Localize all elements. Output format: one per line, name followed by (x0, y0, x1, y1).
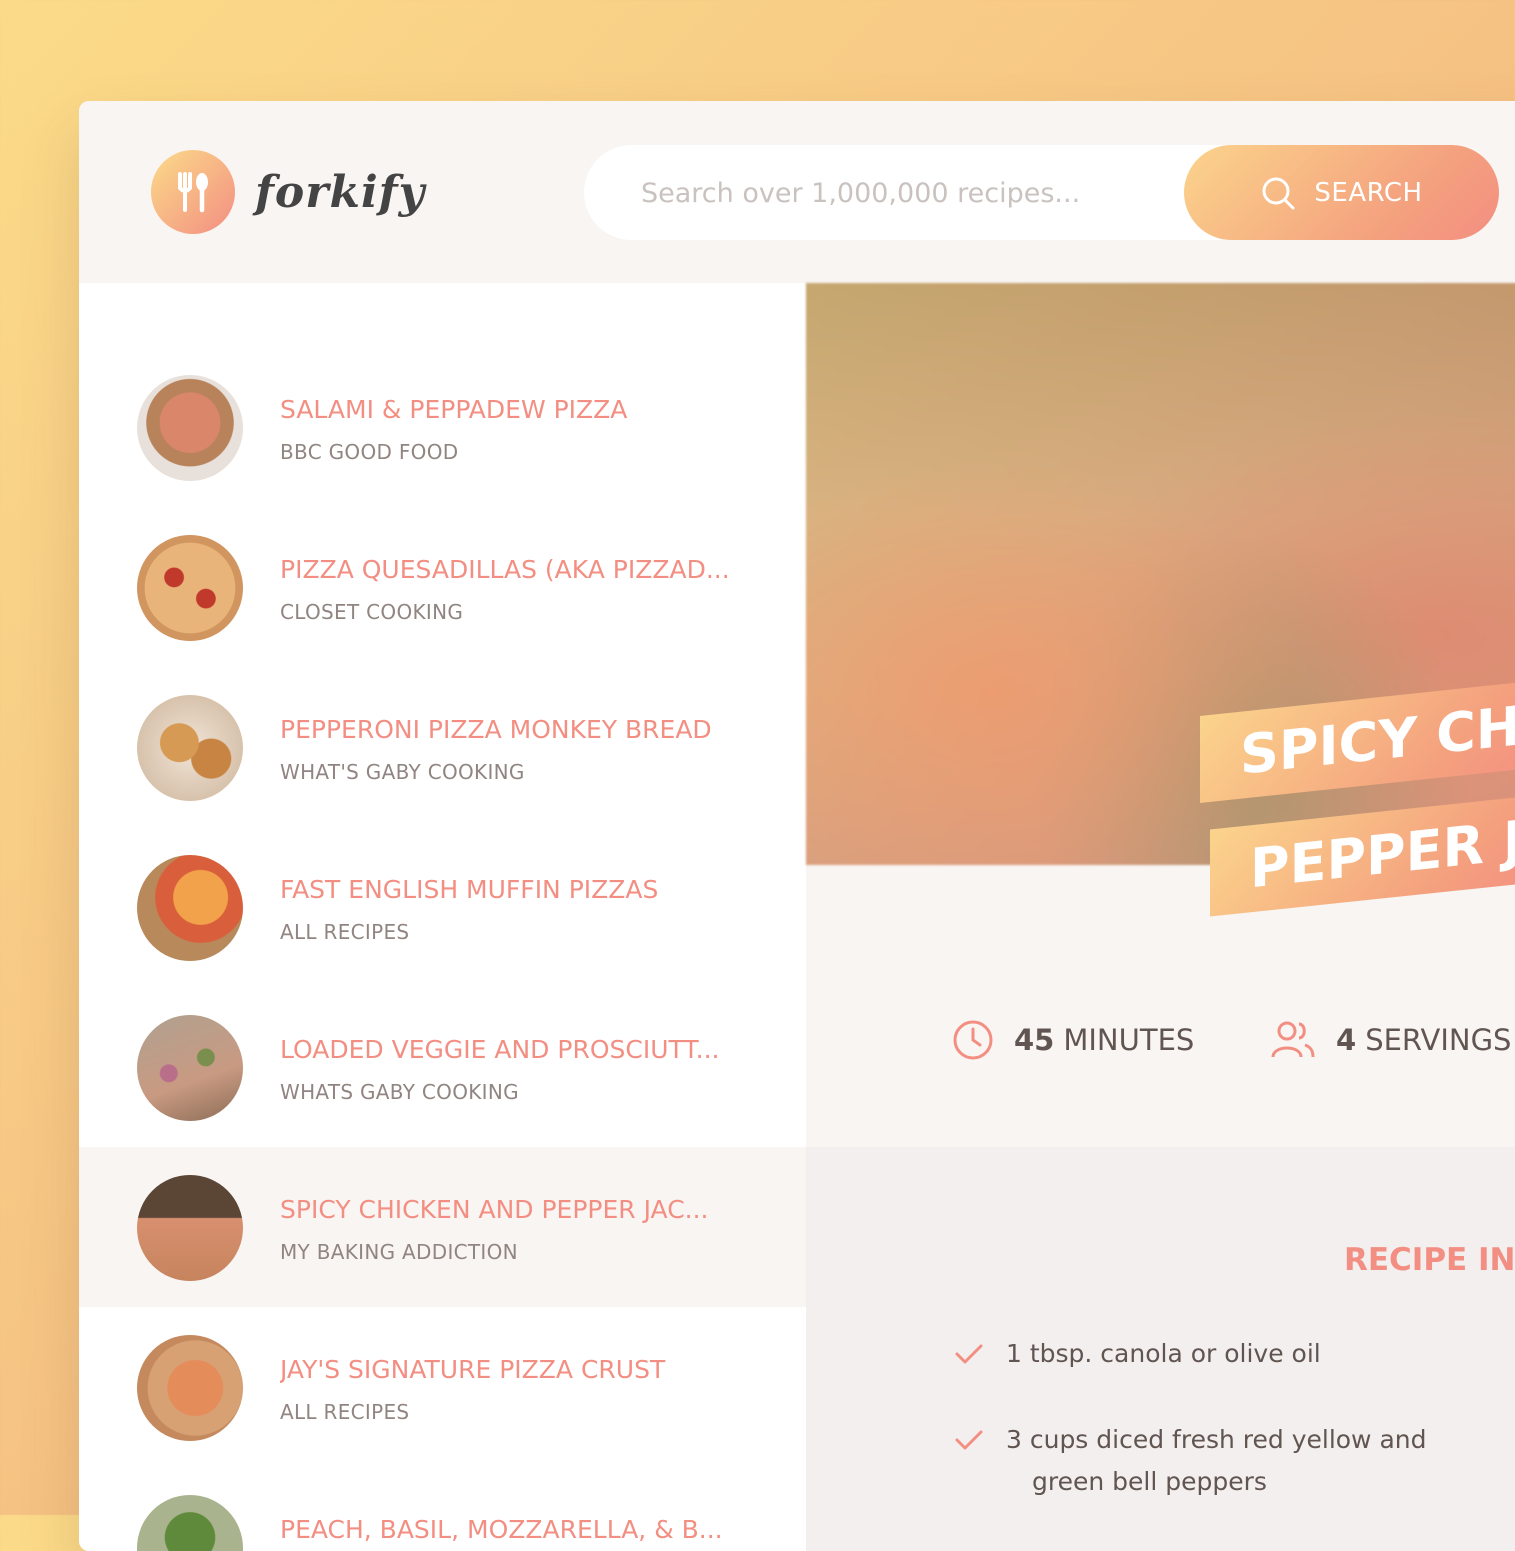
result-title: FAST ENGLISH MUFFIN PIZZAS (280, 875, 659, 904)
result-title: PIZZA QUESADILLAS (AKA PIZZAD... (280, 555, 730, 584)
result-title: PEACH, BASIL, MOZZARELLA, & B... (280, 1515, 723, 1544)
recipe-ingredients: RECIPE IN 1 tbsp. canola or olive oil 3 … (806, 1147, 1515, 1551)
time-value: 45 (1014, 1023, 1055, 1057)
result-item[interactable]: SALAMI & PEPPADEW PIZZA BBC GOOD FOOD (79, 347, 806, 507)
result-item-active[interactable]: SPICY CHICKEN AND PEPPER JAC... MY BAKIN… (79, 1147, 806, 1307)
search-input[interactable] (639, 167, 1183, 219)
app-container: forkify SEARCH SALAMI & PEPPADEW PIZZA B… (79, 101, 1515, 1551)
ingredient-text: 3 cups diced fresh red yellow and (1006, 1425, 1427, 1454)
ingredients-heading: RECIPE IN (1344, 1242, 1515, 1278)
recipe-thumbnail (137, 1495, 243, 1551)
recipe-thumbnail (137, 1175, 243, 1281)
recipe-thumbnail (137, 695, 243, 801)
result-title: LOADED VEGGIE AND PROSCIUTT... (280, 1035, 720, 1064)
recipe-details: 45 MINUTES 4 SERVINGS (806, 865, 1515, 1147)
users-icon (1271, 1021, 1315, 1058)
logo[interactable]: forkify (151, 150, 425, 234)
result-publisher: CLOSET COOKING (280, 600, 464, 624)
recipe-thumbnail (137, 375, 243, 481)
result-title: PEPPERONI PIZZA MONKEY BREAD (280, 715, 712, 744)
fork-knife-icon (151, 150, 235, 234)
result-item[interactable]: FAST ENGLISH MUFFIN PIZZAS ALL RECIPES (79, 827, 806, 987)
recipe-thumbnail (137, 535, 243, 641)
result-title: SPICY CHICKEN AND PEPPER JAC... (280, 1195, 709, 1224)
result-item[interactable]: LOADED VEGGIE AND PROSCIUTT... WHATS GAB… (79, 987, 806, 1147)
recipe-time: 45 MINUTES (952, 1019, 1194, 1061)
check-icon (954, 1419, 1006, 1503)
ingredient-text-continued: green bell peppers (1032, 1467, 1267, 1496)
result-publisher: WHATS GABY COOKING (280, 1080, 519, 1104)
result-item[interactable]: PEPPERONI PIZZA MONKEY BREAD WHAT'S GABY… (79, 667, 806, 827)
result-publisher: BBC GOOD FOOD (280, 440, 459, 464)
result-title: SALAMI & PEPPADEW PIZZA (280, 395, 628, 424)
ingredient-item: 3 cups diced fresh red yellow and green … (954, 1419, 1474, 1503)
recipe-thumbnail (137, 1335, 243, 1441)
result-item[interactable]: JAY'S SIGNATURE PIZZA CRUST ALL RECIPES (79, 1307, 806, 1467)
result-publisher: WHAT'S GABY COOKING (280, 760, 525, 784)
brand-name: forkify (255, 166, 426, 218)
time-unit: MINUTES (1063, 1023, 1195, 1057)
recipe-thumbnail (137, 1015, 243, 1121)
check-icon (954, 1333, 1006, 1379)
result-item[interactable]: PEACH, BASIL, MOZZARELLA, & B... (79, 1467, 806, 1551)
result-publisher: MY BAKING ADDICTION (280, 1240, 518, 1264)
result-publisher: ALL RECIPES (280, 1400, 410, 1424)
search-icon (1262, 177, 1295, 209)
header: forkify SEARCH (79, 101, 1515, 283)
clock-icon (953, 1020, 993, 1060)
result-publisher: ALL RECIPES (280, 920, 410, 944)
recipe-panel: SPICY CH PEPPER J 45 MINUTES 4 SERVINGS … (806, 283, 1515, 1551)
ingredient-text: 1 tbsp. canola or olive oil (1006, 1339, 1321, 1368)
recipe-servings: 4 SERVINGS (1270, 1019, 1511, 1061)
result-title: JAY'S SIGNATURE PIZZA CRUST (280, 1355, 666, 1384)
search-button[interactable]: SEARCH (1184, 145, 1499, 240)
search-results: SALAMI & PEPPADEW PIZZA BBC GOOD FOOD PI… (79, 283, 806, 1551)
ingredient-item: 1 tbsp. canola or olive oil (954, 1333, 1474, 1379)
servings-value: 4 (1336, 1023, 1357, 1057)
search-form: SEARCH (584, 145, 1499, 240)
result-item[interactable]: PIZZA QUESADILLAS (AKA PIZZAD... CLOSET … (79, 507, 806, 667)
servings-unit: SERVINGS (1365, 1023, 1512, 1057)
search-button-label: SEARCH (1314, 177, 1423, 208)
recipe-thumbnail (137, 855, 243, 961)
